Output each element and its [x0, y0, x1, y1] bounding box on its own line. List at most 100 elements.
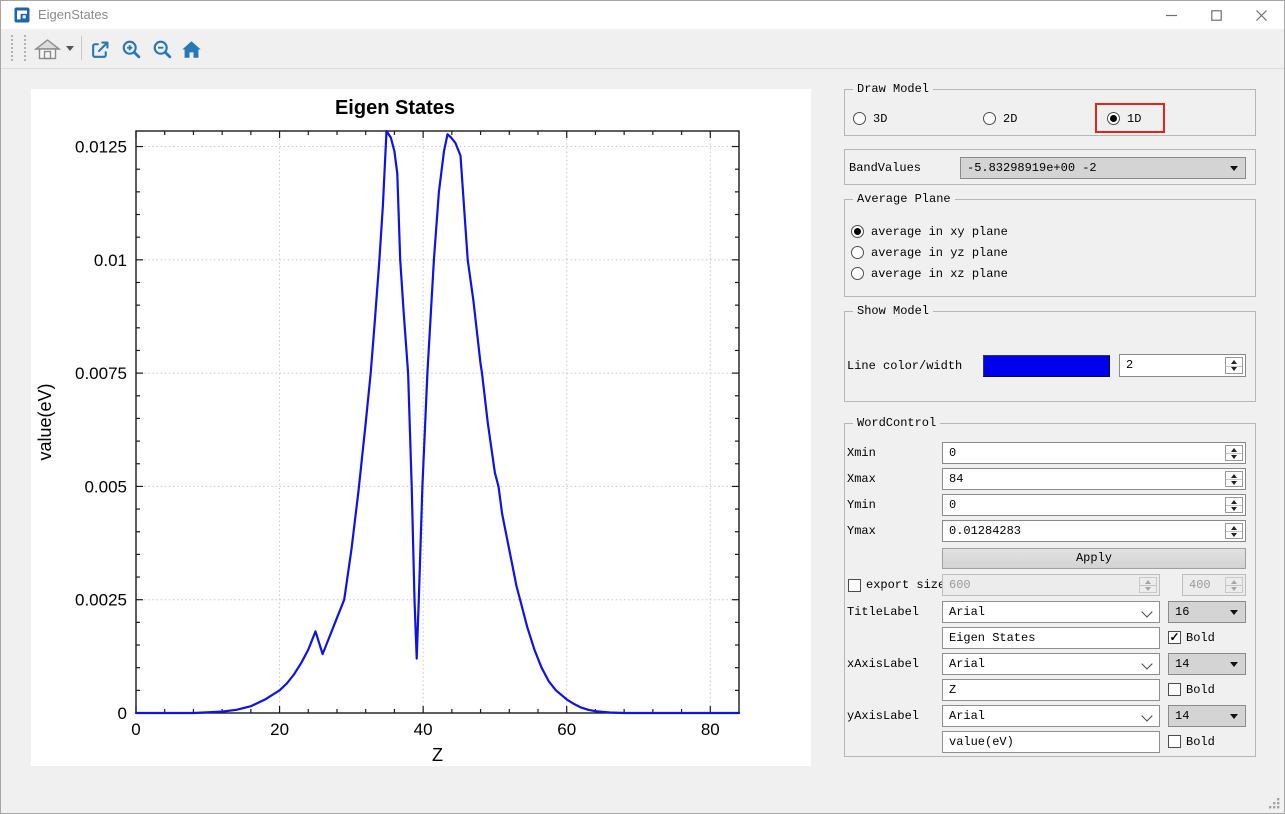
- spin-down-icon[interactable]: [1226, 505, 1242, 512]
- title-bold-checkbox[interactable]: [1168, 631, 1181, 644]
- export-size-label[interactable]: export size: [866, 574, 945, 596]
- annotation-highlight-1d: [1095, 103, 1165, 133]
- title-bar: EigenStates: [1, 1, 1284, 30]
- svg-text:value(eV): value(eV): [35, 383, 55, 460]
- dropdown-arrow-icon: [1230, 166, 1238, 171]
- band-values-frame: BandValues -5.83298919e+00 -2: [844, 149, 1256, 185]
- xaxis-size-select[interactable]: 14: [1168, 653, 1246, 675]
- resize-grip[interactable]: [1269, 798, 1281, 810]
- title-font-select[interactable]: Arial: [942, 601, 1160, 623]
- minimize-icon: [1166, 10, 1177, 21]
- minimize-button[interactable]: [1149, 1, 1194, 29]
- yaxis-text-input[interactable]: value(eV): [942, 731, 1160, 753]
- average-plane-group: Average Plane average in xy plane averag…: [844, 199, 1256, 297]
- group-title: Average Plane: [853, 192, 955, 206]
- export-size-checkbox[interactable]: [848, 579, 861, 592]
- band-values-select[interactable]: -5.83298919e+00 -2: [960, 157, 1246, 179]
- yaxis-font-value: Arial: [949, 709, 985, 723]
- yaxis-bold-label[interactable]: Bold: [1186, 731, 1215, 753]
- spin-down-icon[interactable]: [1226, 479, 1242, 486]
- spinner-buttons: [1225, 445, 1243, 461]
- xaxis-text-input[interactable]: Z: [942, 679, 1160, 701]
- zoom-out-button[interactable]: [149, 36, 175, 62]
- chevron-down-icon[interactable]: [66, 46, 74, 51]
- nav-home-button[interactable]: [32, 36, 62, 62]
- chevron-down-icon: [1141, 710, 1152, 721]
- xaxis-bold-label[interactable]: Bold: [1186, 679, 1215, 701]
- home-icon: [181, 39, 202, 60]
- title-bold-label[interactable]: Bold: [1186, 627, 1215, 649]
- ymax-spinner[interactable]: 0.01284283: [942, 520, 1246, 542]
- svg-text:0.01: 0.01: [94, 251, 127, 270]
- radio-average-yz-label[interactable]: average in yz plane: [871, 242, 1008, 264]
- xmin-spinner[interactable]: 0: [942, 442, 1246, 464]
- xmax-value: 84: [949, 469, 963, 489]
- xaxis-font-select[interactable]: Arial: [942, 653, 1160, 675]
- spinner-buttons: [1225, 497, 1243, 513]
- reset-view-button[interactable]: [178, 36, 204, 62]
- svg-text:60: 60: [557, 720, 576, 739]
- ymax-label: Ymax: [847, 520, 876, 542]
- radio-average-xy[interactable]: [851, 225, 864, 238]
- svg-text:0.0025: 0.0025: [75, 591, 127, 610]
- close-icon: [1256, 10, 1267, 21]
- title-text-input[interactable]: Eigen States: [942, 627, 1160, 649]
- ymin-spinner[interactable]: 0: [942, 494, 1246, 516]
- svg-text:20: 20: [270, 720, 289, 739]
- toolbar-drag-handle[interactable]: [11, 35, 13, 61]
- apply-button[interactable]: Apply: [942, 548, 1246, 569]
- plot-panel[interactable]: 02040608000.00250.0050.00750.010.0125Eig…: [31, 89, 811, 766]
- export-icon: [90, 39, 111, 60]
- spinner-buttons: [1225, 523, 1243, 539]
- dropdown-arrow-icon: [1230, 714, 1238, 719]
- radio-average-xy-label[interactable]: average in xy plane: [871, 221, 1008, 243]
- xmax-spinner[interactable]: 84: [942, 468, 1246, 490]
- window-title: EigenStates: [38, 1, 108, 29]
- export-width-value: 600: [949, 575, 971, 595]
- yaxis-size-select[interactable]: 14: [1168, 705, 1246, 727]
- show-model-group: Show Model Line color/width 2: [844, 311, 1256, 402]
- radio-average-xz-label[interactable]: average in xz plane: [871, 263, 1008, 285]
- word-control-group: WordControl Xmin 0 Xmax 84 Ymin 0 Ymax 0…: [844, 423, 1256, 757]
- radio-2d[interactable]: [983, 112, 996, 125]
- chevron-down-icon: [1141, 606, 1152, 617]
- spin-down-icon[interactable]: [1226, 531, 1242, 538]
- export-height-spinner: 400: [1182, 574, 1246, 596]
- svg-text:0.0075: 0.0075: [75, 364, 127, 383]
- app-logo-icon: [14, 7, 30, 23]
- yaxis-bold-checkbox[interactable]: [1168, 735, 1181, 748]
- close-button[interactable]: [1239, 1, 1284, 29]
- spin-down-icon[interactable]: [1226, 453, 1242, 460]
- toolbar-drag-handle[interactable]: [24, 35, 26, 61]
- export-width-spinner: 600: [942, 574, 1160, 596]
- xmax-label: Xmax: [847, 468, 876, 490]
- svg-text:Z: Z: [432, 745, 443, 765]
- line-width-spinner[interactable]: 2: [1119, 354, 1246, 377]
- export-button[interactable]: [87, 36, 113, 62]
- svg-text:0: 0: [131, 720, 140, 739]
- radio-2d-label[interactable]: 2D: [1003, 108, 1017, 130]
- x-axis-label: xAxisLabel: [847, 653, 919, 675]
- radio-average-xz[interactable]: [851, 267, 864, 280]
- maximize-button[interactable]: [1194, 1, 1239, 29]
- zoom-in-button[interactable]: [118, 36, 144, 62]
- export-height-value: 400: [1189, 575, 1211, 595]
- yaxis-font-select[interactable]: Arial: [942, 705, 1160, 727]
- spin-down-icon: [1140, 585, 1156, 592]
- radio-3d[interactable]: [853, 112, 866, 125]
- zoom-in-icon: [121, 39, 142, 60]
- line-color-button[interactable]: [983, 355, 1110, 377]
- title-size-select[interactable]: 16: [1168, 601, 1246, 623]
- spin-down-icon[interactable]: [1226, 366, 1242, 374]
- band-values-value: -5.83298919e+00 -2: [967, 161, 1097, 175]
- ymax-value: 0.01284283: [949, 521, 1021, 541]
- radio-average-yz[interactable]: [851, 246, 864, 259]
- xaxis-size-value: 14: [1175, 657, 1189, 671]
- svg-text:0.005: 0.005: [84, 477, 127, 496]
- group-title: Show Model: [853, 304, 933, 318]
- radio-3d-label[interactable]: 3D: [873, 108, 887, 130]
- xmin-value: 0: [949, 443, 956, 463]
- group-title: Draw Model: [853, 82, 933, 96]
- toolbar: [1, 29, 1284, 69]
- xaxis-bold-checkbox[interactable]: [1168, 683, 1181, 696]
